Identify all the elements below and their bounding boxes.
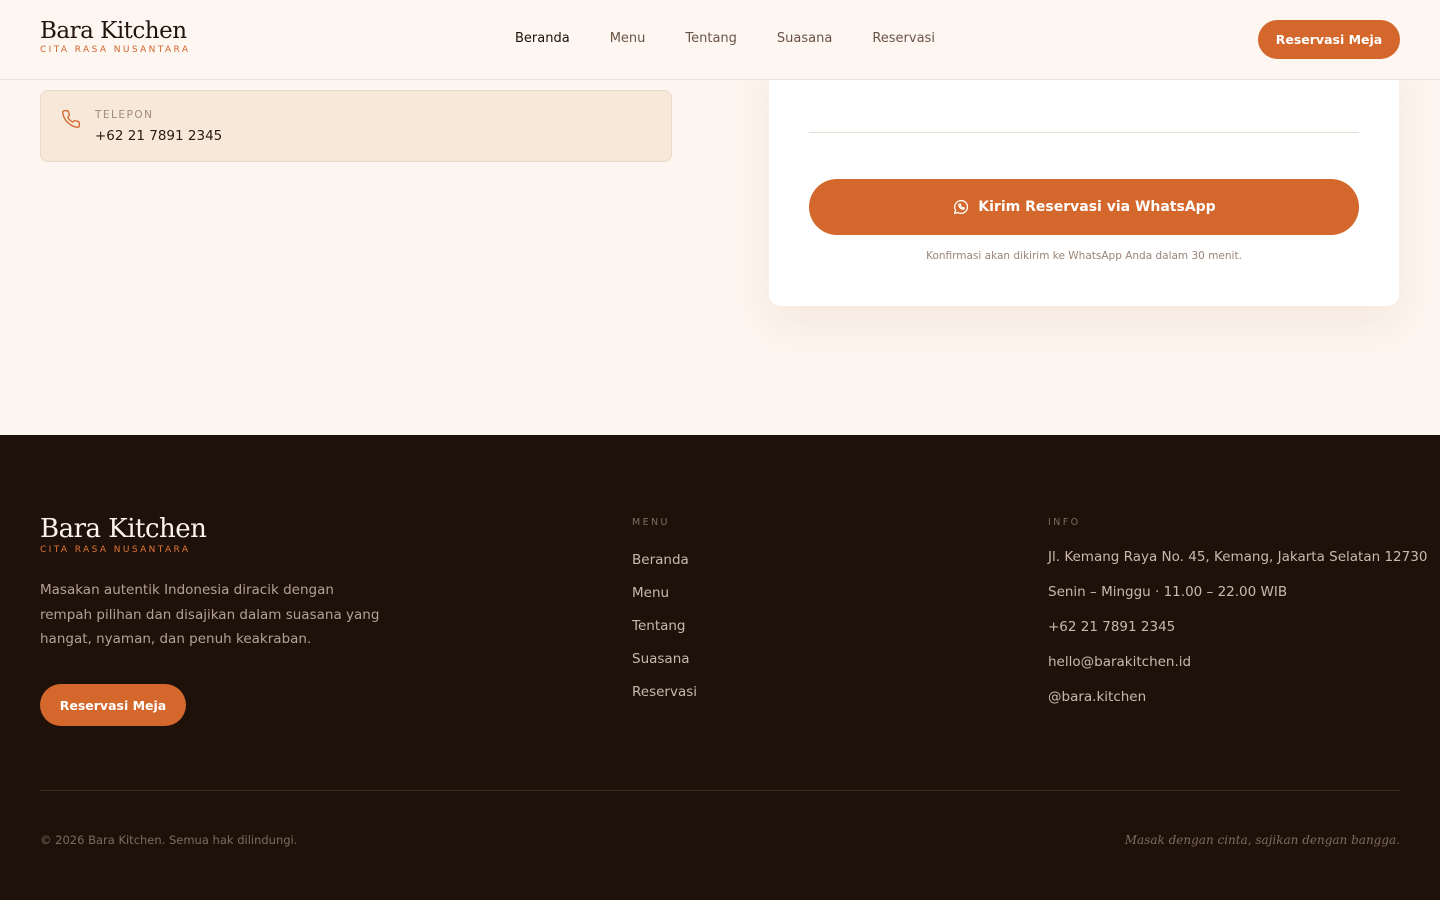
- reservation-form-card: Kirim Reservasi via WhatsApp Konfirmasi …: [769, 50, 1399, 306]
- footer-address: Jl. Kemang Raya No. 45, Kemang, Jakarta …: [1048, 549, 1428, 565]
- footer-slogan: Masak dengan cinta, sajikan dengan bangg…: [1124, 833, 1400, 847]
- whatsapp-submit-button[interactable]: Kirim Reservasi via WhatsApp: [809, 179, 1359, 235]
- phone-contact-card: TELEPON +62 21 7891 2345: [40, 90, 672, 162]
- footer-brand-tagline: CITA RASA NUSANTARA: [40, 544, 191, 555]
- phone-value: +62 21 7891 2345: [95, 128, 223, 144]
- whatsapp-submit-label: Kirim Reservasi via WhatsApp: [978, 199, 1216, 215]
- brand-logo[interactable]: Bara Kitchen CITA RASA NUSANTARA: [40, 18, 191, 56]
- nav-link-tentang[interactable]: Tentang: [685, 31, 737, 46]
- site-footer: Bara Kitchen CITA RASA NUSANTARA Masakan…: [0, 435, 1440, 900]
- footer-reservation-button[interactable]: Reservasi Meja: [40, 684, 186, 726]
- phone-icon: [62, 109, 81, 128]
- whatsapp-icon: [954, 200, 969, 215]
- phone-label: TELEPON: [95, 109, 154, 121]
- main-nav: Beranda Menu Tentang Suasana Reservasi: [515, 31, 935, 46]
- footer-divider: [40, 790, 1400, 791]
- footer-link-menu[interactable]: Menu: [632, 585, 669, 601]
- nav-link-menu[interactable]: Menu: [610, 31, 646, 46]
- footer-link-suasana[interactable]: Suasana: [632, 651, 690, 667]
- footer-link-tentang[interactable]: Tentang: [632, 618, 686, 634]
- form-confirmation-note: Konfirmasi akan dikirim ke WhatsApp Anda…: [926, 250, 1242, 262]
- footer-link-reservasi[interactable]: Reservasi: [632, 684, 697, 700]
- footer-link-beranda[interactable]: Beranda: [632, 552, 689, 568]
- footer-info-title: INFO: [1048, 517, 1081, 528]
- nav-link-suasana[interactable]: Suasana: [777, 31, 832, 46]
- brand-name: Bara Kitchen: [40, 18, 187, 44]
- footer-email-link[interactable]: hello@barakitchen.id: [1048, 654, 1191, 670]
- footer-menu-title: MENU: [632, 517, 670, 528]
- footer-phone-link[interactable]: +62 21 7891 2345: [1048, 619, 1175, 635]
- footer-opening-hours: Senin – Minggu · 11.00 – 22.00 WIB: [1048, 584, 1288, 600]
- footer-menu-column: MENU Beranda Menu Tentang Suasana Reserv…: [632, 517, 697, 714]
- footer-brand-name: Bara Kitchen: [40, 514, 207, 544]
- footer-description: Masakan autentik Indonesia diracik denga…: [40, 582, 380, 647]
- footer-instagram-link[interactable]: @bara.kitchen: [1048, 689, 1146, 705]
- header-reservation-button[interactable]: Reservasi Meja: [1258, 20, 1400, 59]
- footer-brand-logo[interactable]: Bara Kitchen CITA RASA NUSANTARA: [40, 514, 207, 555]
- site-header: Bara Kitchen CITA RASA NUSANTARA Beranda…: [0, 0, 1440, 80]
- footer-copyright: © 2026 Bara Kitchen. Semua hak dilindung…: [40, 833, 298, 847]
- brand-tagline: CITA RASA NUSANTARA: [40, 45, 191, 56]
- footer-menu-list: Beranda Menu Tentang Suasana Reservasi: [632, 549, 697, 714]
- nav-link-reservasi[interactable]: Reservasi: [872, 31, 935, 46]
- form-field-underline: [809, 132, 1359, 133]
- footer-info-list: Jl. Kemang Raya No. 45, Kemang, Jakarta …: [1048, 549, 1427, 724]
- nav-link-beranda[interactable]: Beranda: [515, 31, 570, 46]
- footer-info-column: INFO Jl. Kemang Raya No. 45, Kemang, Jak…: [1048, 517, 1427, 724]
